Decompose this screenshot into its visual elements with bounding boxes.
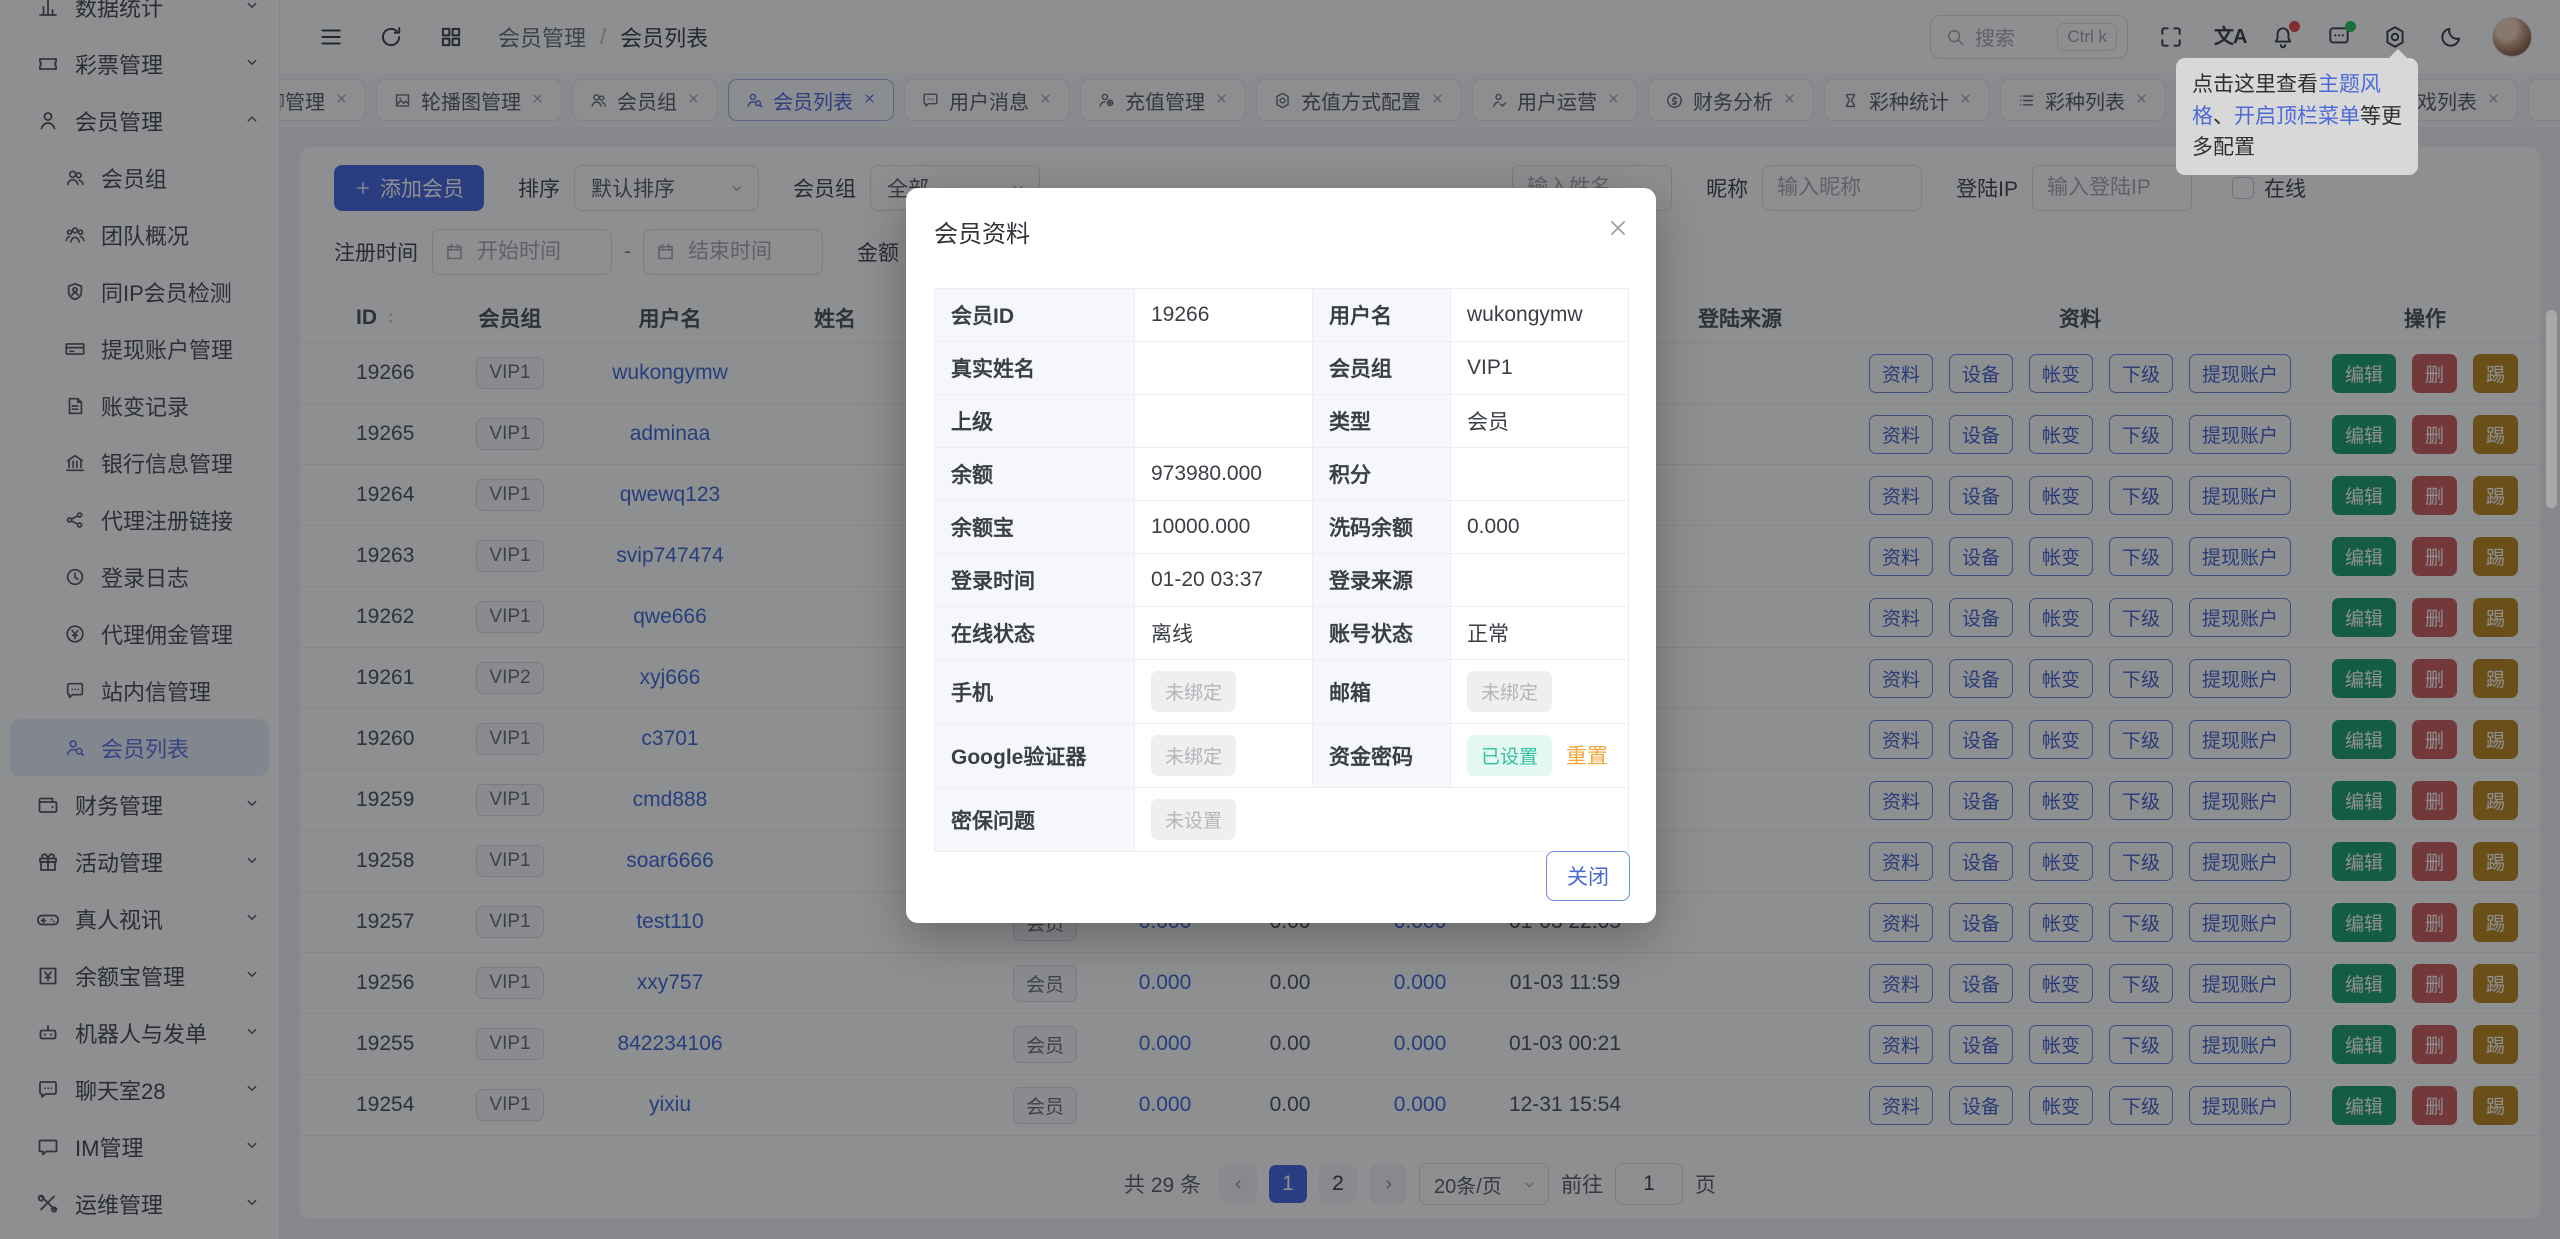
modal-field-value: 已设置重置 xyxy=(1451,724,1629,788)
modal-field-value xyxy=(1135,395,1313,448)
modal-field-label: 手机 xyxy=(935,660,1135,724)
modal-field-value: 973980.000 xyxy=(1135,448,1313,501)
modal-row: 余额973980.000积分 xyxy=(935,448,1629,501)
modal-field-value: 未绑定 xyxy=(1135,660,1313,724)
tooltip-text-2: 、 xyxy=(2213,105,2234,128)
reset-link[interactable]: 重置 xyxy=(1566,745,1608,768)
tooltip-arrow xyxy=(2388,49,2408,59)
modal-field-label: 账号状态 xyxy=(1313,607,1451,660)
status-badge: 未绑定 xyxy=(1151,671,1236,712)
member-admin-app: 数据统计彩票管理会员管理会员组团队概况同IP会员检测提现账户管理账变记录银行信息… xyxy=(0,0,2560,1239)
modal-field-value xyxy=(1135,342,1313,395)
modal-field-value: 10000.000 xyxy=(1135,501,1313,554)
modal-field-label: Google验证器 xyxy=(935,724,1135,788)
modal-field-value: 离线 xyxy=(1135,607,1313,660)
modal-field-label: 会员ID xyxy=(935,289,1135,342)
modal-row: 会员ID19266用户名wukongymw xyxy=(935,289,1629,342)
modal-field-value: 正常 xyxy=(1451,607,1629,660)
modal-field-label: 邮箱 xyxy=(1313,660,1451,724)
modal-field-label: 余额宝 xyxy=(935,501,1135,554)
modal-field-label: 余额 xyxy=(935,448,1135,501)
status-badge-set: 已设置 xyxy=(1467,735,1552,776)
modal-close-button[interactable]: 关闭 xyxy=(1546,851,1630,901)
modal-field-value xyxy=(1451,554,1629,607)
modal-field-value: wukongymw xyxy=(1451,289,1629,342)
modal-field-label: 类型 xyxy=(1313,395,1451,448)
modal-row: Google验证器未绑定 资金密码已设置重置 xyxy=(935,724,1629,788)
status-badge: 未设置 xyxy=(1151,799,1236,840)
page-scrollbar-thumb[interactable] xyxy=(2546,310,2557,508)
modal-field-value: 未绑定 xyxy=(1135,724,1313,788)
member-profile-table: 会员ID19266用户名wukongymw真实姓名会员组VIP1上级类型会员余额… xyxy=(934,288,1629,852)
modal-field-label: 登录时间 xyxy=(935,554,1135,607)
modal-row: 登录时间01-20 03:37登录来源 xyxy=(935,554,1629,607)
status-badge: 未绑定 xyxy=(1467,671,1552,712)
modal-field-label: 用户名 xyxy=(1313,289,1451,342)
modal-field-value: 未绑定 xyxy=(1451,660,1629,724)
modal-field-value: 会员 xyxy=(1451,395,1629,448)
modal-field-label: 资金密码 xyxy=(1313,724,1451,788)
modal-row: 上级 类型会员 xyxy=(935,395,1629,448)
modal-field-value: VIP1 xyxy=(1451,342,1629,395)
modal-row: 密保问题未设置 xyxy=(935,788,1629,852)
modal-field-value xyxy=(1451,448,1629,501)
modal-title: 会员资料 xyxy=(934,214,1030,249)
modal-row: 真实姓名 会员组VIP1 xyxy=(935,342,1629,395)
modal-field-value: 未设置 xyxy=(1135,788,1629,852)
tooltip-text-1: 点击这里查看 xyxy=(2192,73,2318,96)
close-icon[interactable] xyxy=(1606,216,1630,240)
settings-tooltip: 点击这里查看主题风格、开启顶栏菜单等更多配置 xyxy=(2176,58,2418,175)
modal-field-value: 01-20 03:37 xyxy=(1135,554,1313,607)
status-badge: 未绑定 xyxy=(1151,735,1236,776)
modal-row: 余额宝10000.000洗码余额0.000 xyxy=(935,501,1629,554)
modal-field-value: 0.000 xyxy=(1451,501,1629,554)
modal-row: 在线状态离线账号状态正常 xyxy=(935,607,1629,660)
modal-field-label: 密保问题 xyxy=(935,788,1135,852)
modal-field-label: 洗码余额 xyxy=(1313,501,1451,554)
modal-field-label: 在线状态 xyxy=(935,607,1135,660)
modal-field-label: 真实姓名 xyxy=(935,342,1135,395)
modal-field-label: 上级 xyxy=(935,395,1135,448)
modal-field-label: 积分 xyxy=(1313,448,1451,501)
modal-row: 手机未绑定邮箱未绑定 xyxy=(935,660,1629,724)
modal-field-label: 会员组 xyxy=(1313,342,1451,395)
member-profile-modal: 会员资料 会员ID19266用户名wukongymw真实姓名会员组VIP1上级类… xyxy=(906,188,1656,923)
top-menu-link[interactable]: 开启顶栏菜单 xyxy=(2234,105,2360,128)
modal-field-label: 登录来源 xyxy=(1313,554,1451,607)
modal-field-value: 19266 xyxy=(1135,289,1313,342)
